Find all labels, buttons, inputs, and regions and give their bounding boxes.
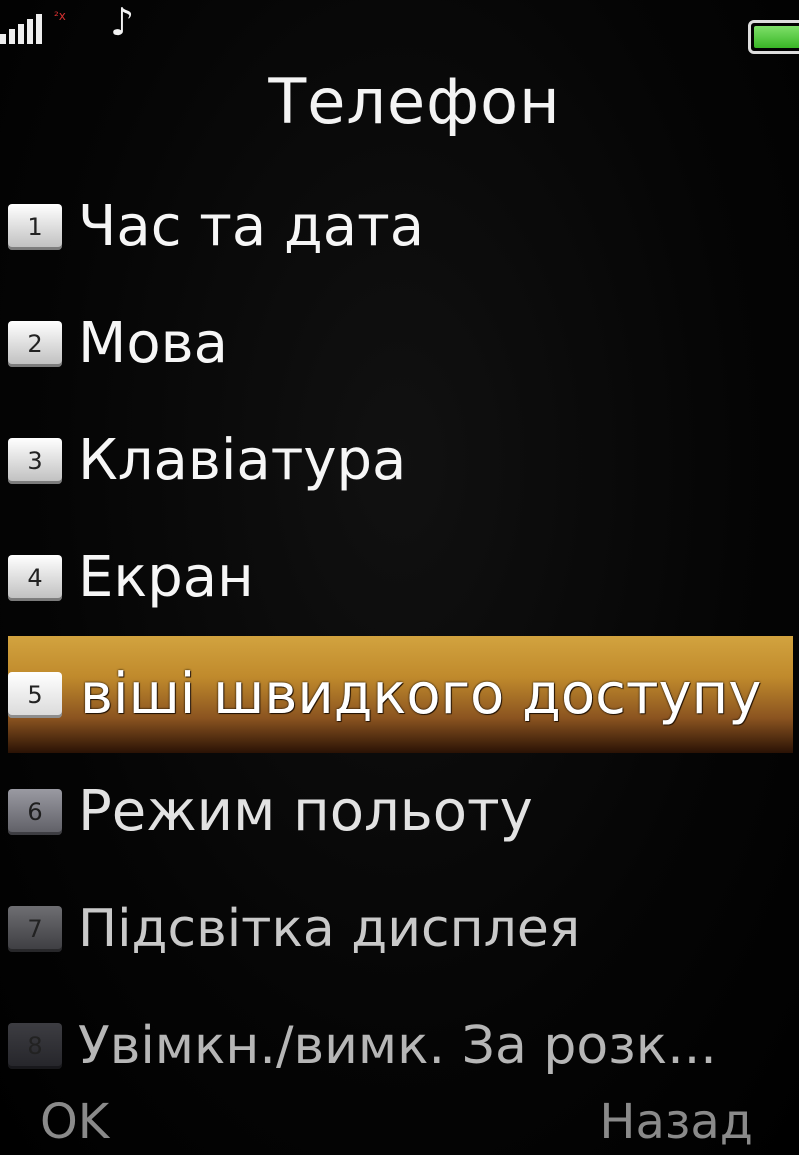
- battery-full-icon: [748, 20, 799, 54]
- menu-item-label: Клавіатура: [78, 427, 407, 493]
- menu-item-time-date[interactable]: 1 Час та дата: [0, 168, 799, 285]
- menu-item-keyboard[interactable]: 3 Клавіатура: [0, 402, 799, 519]
- menu-item-display-backlight[interactable]: 7 Підсвітка дисплея: [0, 870, 799, 987]
- menu-item-label: Час та дата: [78, 193, 425, 259]
- ok-softkey[interactable]: OK: [40, 1092, 109, 1152]
- menu-item-screen[interactable]: 4 Екран: [0, 519, 799, 636]
- menu-item-language[interactable]: 2 Мова: [0, 285, 799, 402]
- menu-item-number: 1: [8, 203, 62, 250]
- music-note-icon: ♪: [110, 0, 135, 44]
- menu-item-number: 8: [8, 1022, 62, 1069]
- menu-item-label: Підсвітка дисплея: [78, 898, 581, 959]
- menu-item-label: Екран: [78, 544, 254, 610]
- menu-item-flight-mode[interactable]: 6 Режим польоту: [0, 753, 799, 870]
- menu-item-number: 3: [8, 437, 62, 484]
- sim-no-service-icon: ²x: [54, 9, 66, 23]
- menu-item-shortcut-keys[interactable]: 5 віші швидкого доступу: [8, 636, 793, 753]
- menu-item-scheduled-power[interactable]: 8 Увімкн./вимк. За розк...: [0, 987, 799, 1104]
- menu-item-label: Режим польоту: [78, 778, 533, 844]
- status-bar: ²x ♪: [0, 0, 799, 60]
- signal-bars-icon: [0, 14, 42, 44]
- menu-item-label: Мова: [78, 310, 228, 376]
- phone-screen: ²x ♪ Телефон 1 Час та дата 2 Мова 3 Клав…: [0, 0, 799, 1155]
- menu-item-label: Увімкн./вимк. За розк...: [78, 1015, 717, 1076]
- settings-menu: 1 Час та дата 2 Мова 3 Клавіатура 4 Екра…: [0, 168, 799, 1104]
- menu-item-number: 6: [8, 788, 62, 835]
- page-title: Телефон: [268, 65, 561, 138]
- menu-item-number: 7: [8, 905, 62, 952]
- back-softkey[interactable]: Назад: [599, 1092, 753, 1152]
- softkey-bar: OK Назад: [0, 1092, 799, 1152]
- menu-item-number: 4: [8, 554, 62, 601]
- battery-level-fill: [754, 26, 799, 48]
- menu-item-number: 2: [8, 320, 62, 367]
- menu-item-number: 5: [8, 671, 62, 718]
- menu-item-label: віші швидкого доступу: [80, 661, 762, 727]
